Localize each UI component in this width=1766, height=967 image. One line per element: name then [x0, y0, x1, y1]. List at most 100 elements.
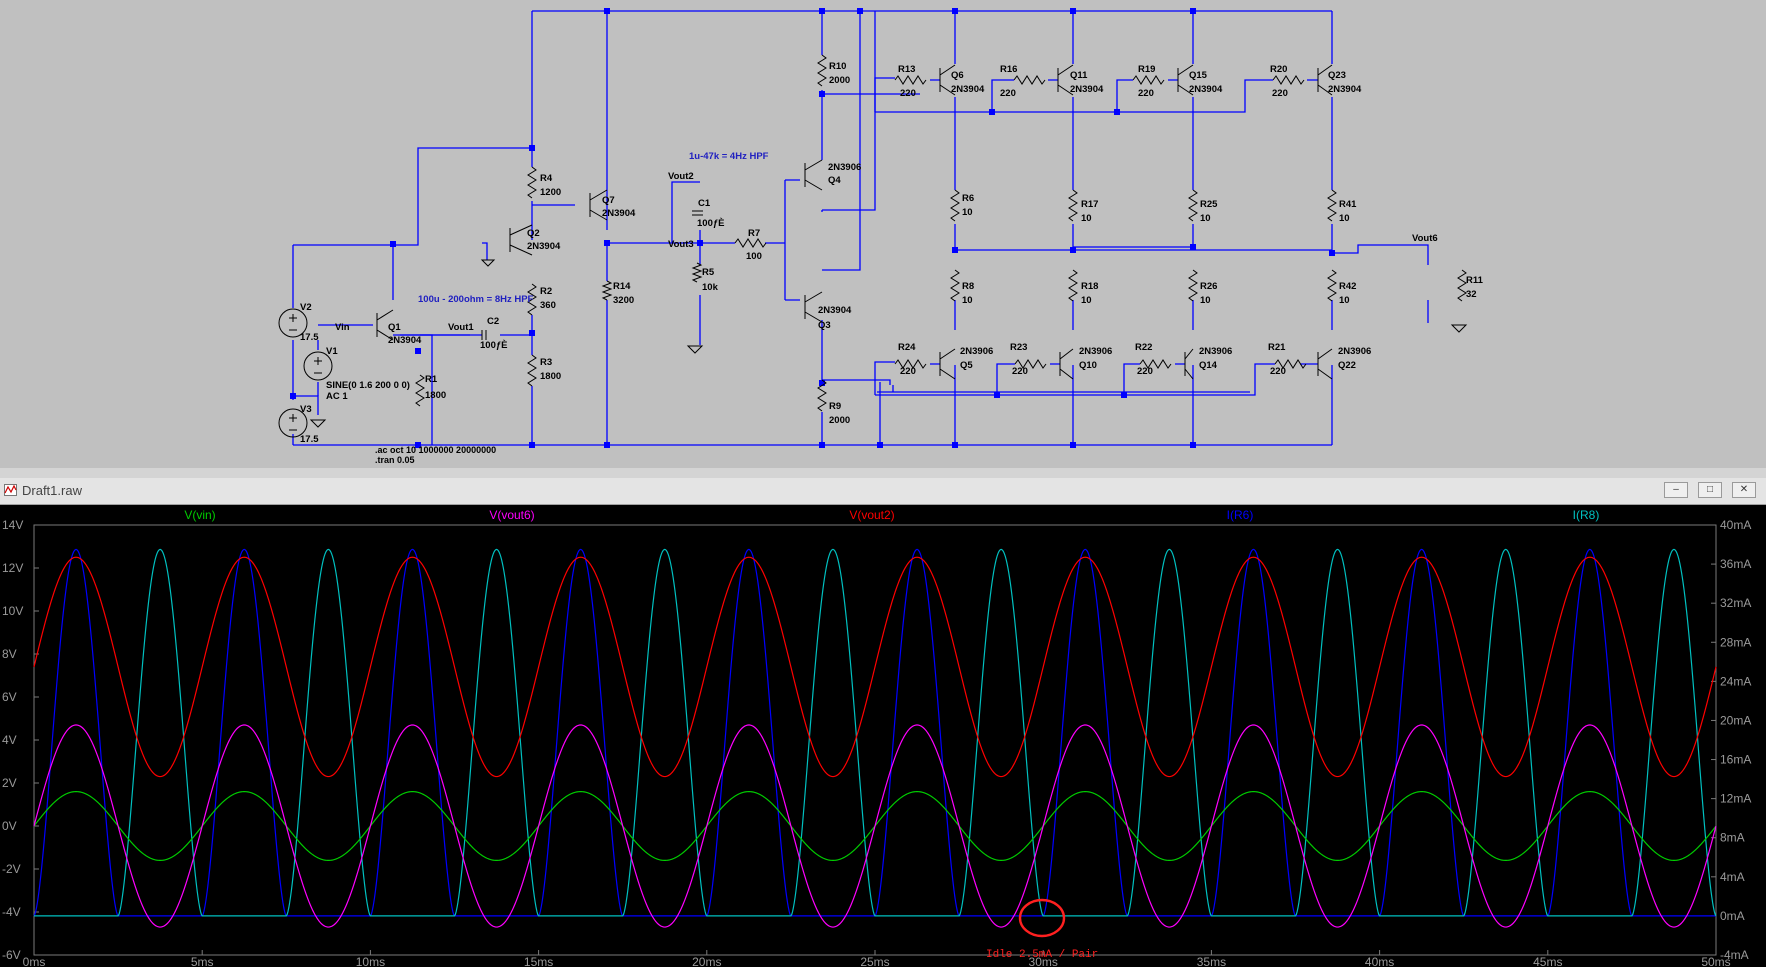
c1-value: 100ƒÈ: [697, 218, 724, 229]
q3-value: 2N3904: [818, 305, 852, 316]
r23-value: 220: [1012, 366, 1028, 377]
right-tick-label: 36mA: [1720, 557, 1751, 571]
minimize-button[interactable]: –: [1664, 482, 1688, 498]
waveform-plot[interactable]: 14V 12V 10V 8V 6V 4V 2V 0V -2V -4V -6V 40mA 36mA 32m…: [0, 505, 1766, 967]
legend-v-vout6[interactable]: V(vout6): [489, 508, 534, 522]
c2-ref: C2: [487, 316, 499, 327]
spice-directive-ac[interactable]: .ac oct 10 1000000 20000000: [375, 445, 496, 455]
r9-value: 2000: [829, 415, 850, 426]
right-tick-label: 12mA: [1720, 792, 1751, 806]
right-tick-label: 40mA: [1720, 518, 1751, 532]
r24-value: 220: [900, 366, 916, 377]
legend-v-vout2[interactable]: V(vout2): [849, 508, 894, 522]
r21-value: 220: [1270, 366, 1286, 377]
v1-value: SINE(0 1.6 200 0 0): [326, 380, 410, 391]
q6-value: 2N3904: [951, 84, 985, 95]
schematic-editor[interactable]: V2 17.5 V3 17.5 V1 SINE(0 1.6 200 0 0) A…: [0, 0, 1766, 469]
r6-ref: R6: [962, 193, 974, 204]
left-tick-label: -4V: [2, 905, 21, 919]
r7-ref: R7: [748, 228, 760, 239]
q10-value: 2N3906: [1079, 346, 1112, 357]
left-tick-label: 6V: [2, 690, 17, 704]
left-tick-label: -2V: [2, 862, 21, 876]
r2-value: 360: [540, 300, 556, 311]
r9-ref: R9: [829, 401, 841, 412]
r6-value: 10: [962, 207, 973, 218]
r20-ref: R20: [1270, 64, 1287, 75]
legend-i-r8[interactable]: I(R8): [1573, 508, 1600, 522]
r17-ref: R17: [1081, 199, 1098, 210]
right-tick-label: 16mA: [1720, 753, 1751, 767]
waveform-window-icon: [4, 484, 17, 496]
net-vout6: Vout6: [1412, 233, 1438, 244]
r25-value: 10: [1200, 213, 1211, 224]
r10-ref: R10: [829, 61, 846, 72]
schematic-canvas[interactable]: V2 17.5 V3 17.5 V1 SINE(0 1.6 200 0 0) A…: [0, 0, 1766, 468]
q1-value: 2N3904: [388, 335, 422, 346]
net-vout3: Vout3: [668, 239, 694, 250]
left-tick-label: 10V: [2, 604, 23, 618]
q2-ref: Q2: [527, 228, 540, 239]
trace-v-vout2: [33, 556, 1717, 778]
pane-splitter[interactable]: [0, 468, 1766, 478]
r18-value: 10: [1081, 295, 1092, 306]
spice-directive-tran[interactable]: .tran 0.05: [375, 455, 415, 465]
q5-value: 2N3906: [960, 346, 993, 357]
plot-frame: [33, 524, 1717, 956]
waveform-titlebar[interactable]: Draft1.raw – □ ✕: [0, 478, 1766, 505]
left-tick-label: 8V: [2, 647, 17, 661]
maximize-button[interactable]: □: [1698, 482, 1722, 498]
r1-value: 1800: [425, 390, 446, 401]
r4-value: 1200: [540, 187, 561, 198]
v3-ref: V3: [300, 404, 312, 415]
plot-pane[interactable]: 14V 12V 10V 8V 6V 4V 2V 0V -2V -4V -6V 40mA 36mA 32m…: [0, 505, 1766, 967]
r41-value: 10: [1339, 213, 1350, 224]
r1-ref: R1: [425, 374, 438, 385]
r18-ref: R18: [1081, 281, 1098, 292]
trace-i-r8: [34, 548, 1717, 917]
right-tick-label: 32mA: [1720, 596, 1751, 610]
x-tick-label: 40ms: [1365, 955, 1394, 967]
q4-ref: Q4: [828, 175, 841, 186]
waveform-viewer-window: Draft1.raw – □ ✕ 14V 12V 10V 8V 6V 4V 2V 0V -2V -…: [0, 478, 1766, 967]
left-tick-label: 14V: [2, 518, 23, 532]
left-tick-label: 4V: [2, 733, 17, 747]
r10-value: 2000: [829, 75, 850, 86]
right-tick-label: 0mA: [1720, 909, 1745, 923]
r17-value: 10: [1081, 213, 1092, 224]
r22-ref: R22: [1135, 342, 1152, 353]
v2-ref: V2: [300, 302, 312, 313]
x-tick-label: 50ms: [1701, 955, 1730, 967]
q14-ref: Q14: [1199, 360, 1218, 371]
r42-value: 10: [1339, 295, 1350, 306]
r22-value: 220: [1137, 366, 1153, 377]
x-tick-label: 20ms: [692, 955, 721, 967]
note-hpf-8hz: 100u - 200ohm = 8Hz HPF: [418, 294, 534, 305]
x-axis: 0ms 5ms 10ms 15ms 20ms 25ms 30ms 35ms 40ms 45ms 50…: [23, 950, 1731, 967]
right-tick-label: 4mA: [1720, 870, 1745, 884]
q6-ref: Q6: [951, 70, 964, 81]
r16-value: 220: [1000, 88, 1016, 99]
c1-ref: C1: [698, 198, 711, 209]
left-tick-label: 12V: [2, 561, 23, 575]
waveform-window-title: Draft1.raw: [22, 483, 82, 498]
q10-ref: Q10: [1079, 360, 1097, 371]
r26-value: 10: [1200, 295, 1211, 306]
q15-value: 2N3904: [1189, 84, 1223, 95]
trace-group: [33, 548, 1717, 928]
r8-ref: R8: [962, 281, 974, 292]
legend-v-vin[interactable]: V(vin): [184, 508, 215, 522]
trace-v-vout6: [33, 724, 1717, 928]
idle-highlight-circle: [1018, 898, 1066, 938]
q4-value: 2N3906: [828, 162, 861, 173]
idle-annotation: Idle 2.5mA / Pair: [986, 949, 1098, 961]
r20-value: 220: [1272, 88, 1288, 99]
legend-i-r6[interactable]: I(R6): [1227, 508, 1254, 522]
x-tick-label: 10ms: [356, 955, 385, 967]
close-button[interactable]: ✕: [1732, 482, 1756, 498]
left-tick-label: 2V: [2, 776, 17, 790]
left-axis: 14V 12V 10V 8V 6V 4V 2V 0V -2V -4V -6V: [2, 518, 39, 962]
x-tick-label: 5ms: [191, 955, 214, 967]
r13-value: 220: [900, 88, 916, 99]
v3-value: 17.5: [300, 434, 319, 445]
